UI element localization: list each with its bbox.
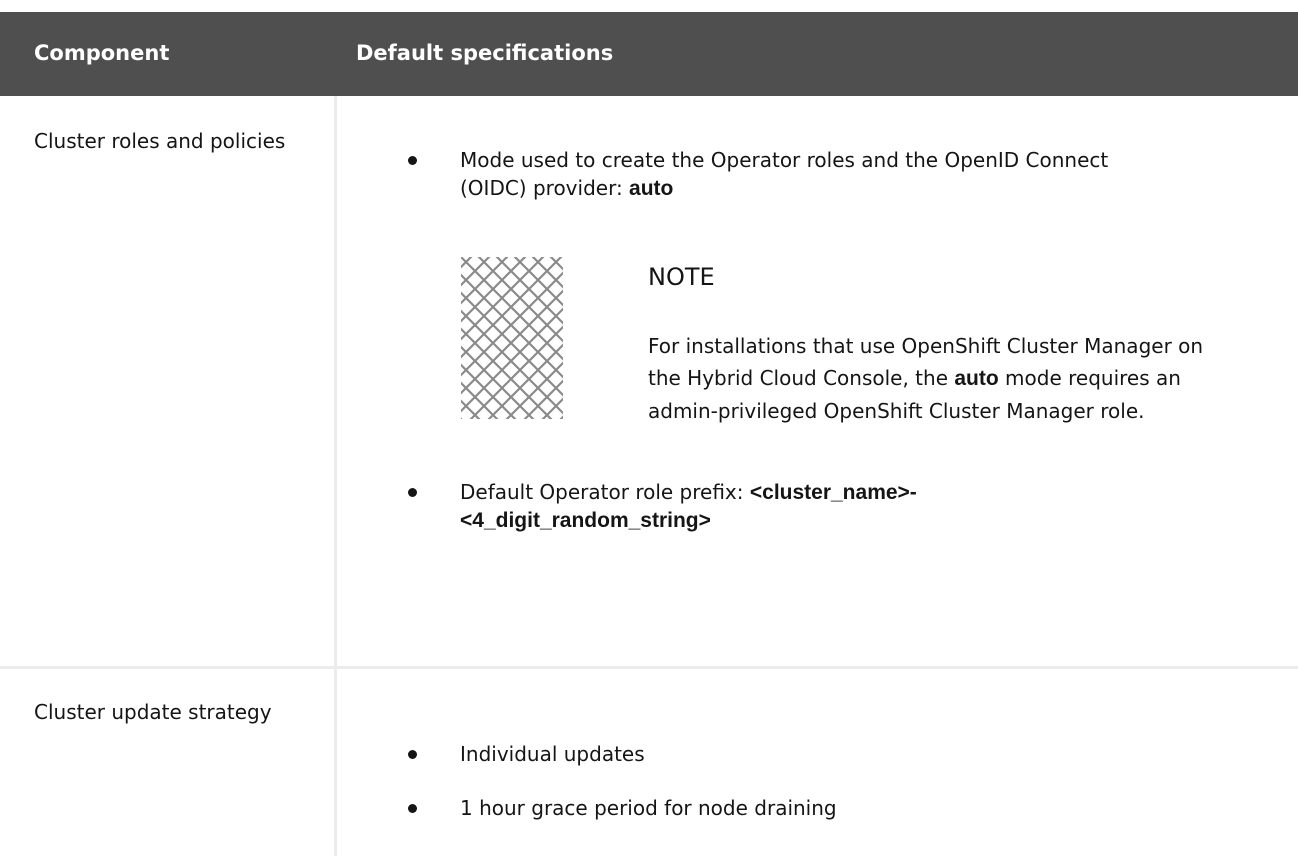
row-label-cluster-roles: Cluster roles and policies <box>34 129 286 153</box>
document-page: Component Default specifications Cluster… <box>0 0 1298 856</box>
table-header: Component Default specifications <box>0 12 1298 96</box>
list-item-text: Individual updates <box>460 742 645 766</box>
row-label-cluster-update-strategy: Cluster update strategy <box>34 700 272 724</box>
note-icon <box>461 257 563 419</box>
bullet-icon <box>408 156 417 165</box>
mode-value: auto <box>629 177 674 200</box>
note-mode-value: auto <box>954 367 999 390</box>
column-header-component: Component <box>34 41 170 65</box>
bullet-icon <box>408 804 417 813</box>
column-header-default-specifications: Default specifications <box>356 41 614 65</box>
role-prefix-value: <cluster_name>- <box>749 481 917 504</box>
list-item-text: 1 hour grace period for node draining <box>460 796 837 820</box>
list-item-text: Mode used to create the Operator roles a… <box>460 148 1109 200</box>
row-divider <box>0 666 1298 669</box>
note-title: NOTE <box>648 263 715 291</box>
role-prefix-value-continued: <4_digit_random_string> <box>460 509 711 532</box>
bullet-icon <box>408 488 417 497</box>
column-divider <box>334 96 337 856</box>
note-body: For installations that use OpenShift Clu… <box>648 334 1204 423</box>
bullet-icon <box>408 750 417 759</box>
list-item-text: Default Operator role prefix: <cluster_n… <box>460 478 1260 535</box>
